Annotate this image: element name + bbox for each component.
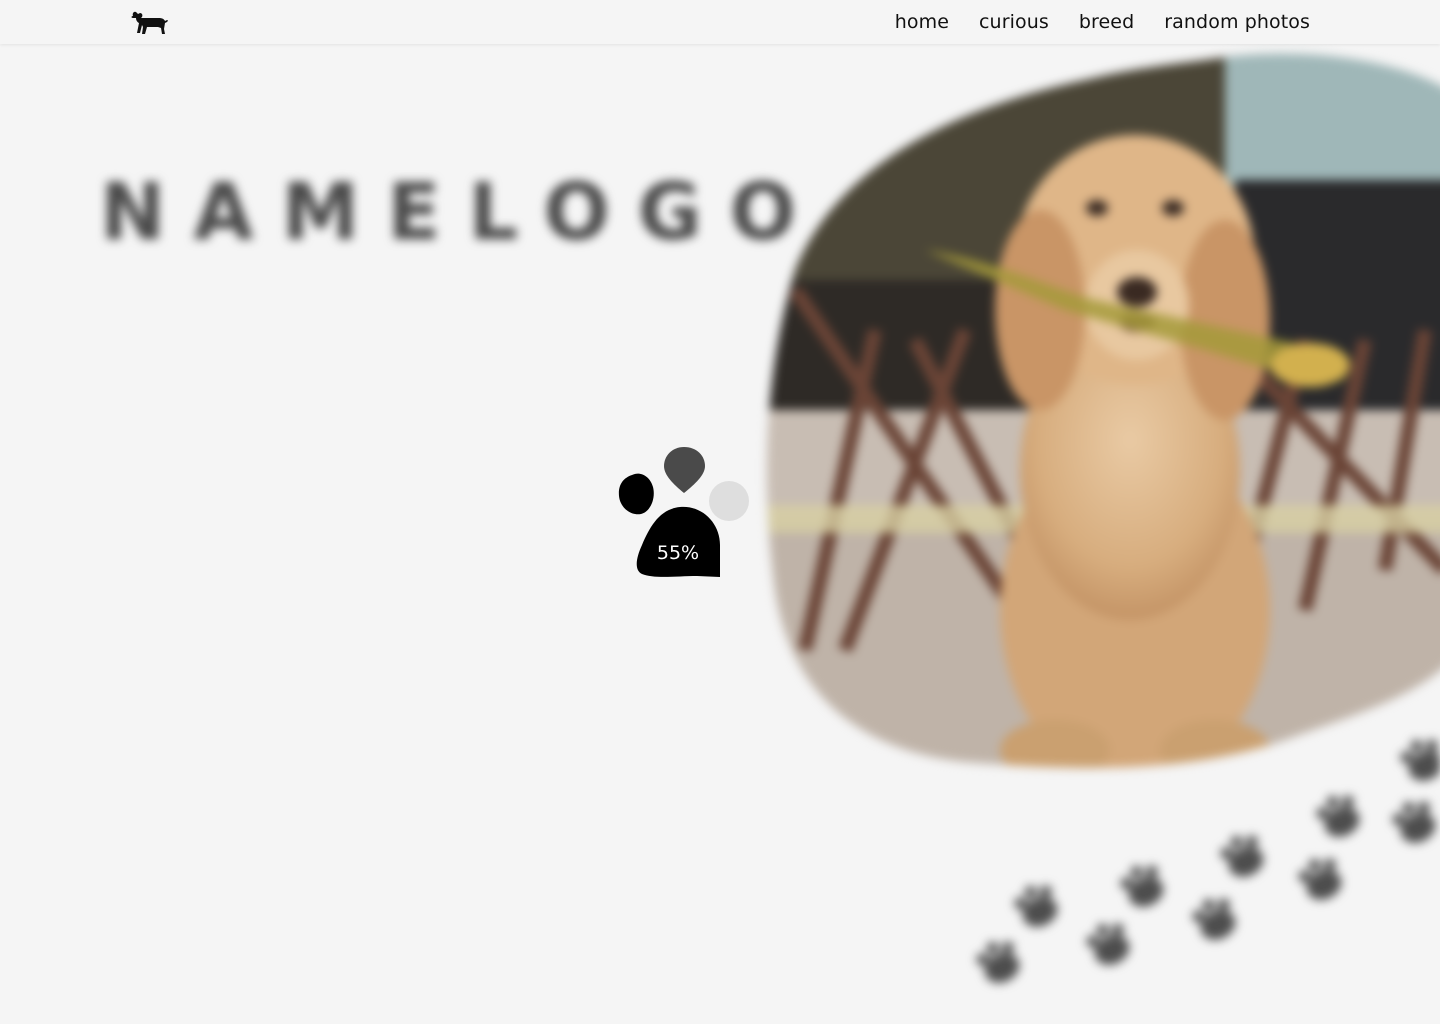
brand-logo: NAMELOGO <box>100 168 825 258</box>
loading-indicator: 55% <box>612 440 757 585</box>
navbar: home curious breed random photos <box>0 0 1440 44</box>
paw-toe-right <box>709 481 749 521</box>
nav-link-curious[interactable]: curious <box>979 11 1049 33</box>
dog-icon[interactable] <box>129 5 169 37</box>
paw-toe-left <box>618 473 654 515</box>
nav-link-home[interactable]: home <box>895 11 949 33</box>
loading-progress-text: 55% <box>656 542 700 564</box>
paw-prints-trail-icon <box>976 739 1440 983</box>
dog-photo <box>766 53 1440 768</box>
paw-toe-middle <box>664 447 705 493</box>
nav-link-random-photos[interactable]: random photos <box>1164 11 1310 33</box>
nav-links: home curious breed random photos <box>895 0 1310 44</box>
nav-link-breed[interactable]: breed <box>1079 11 1134 33</box>
